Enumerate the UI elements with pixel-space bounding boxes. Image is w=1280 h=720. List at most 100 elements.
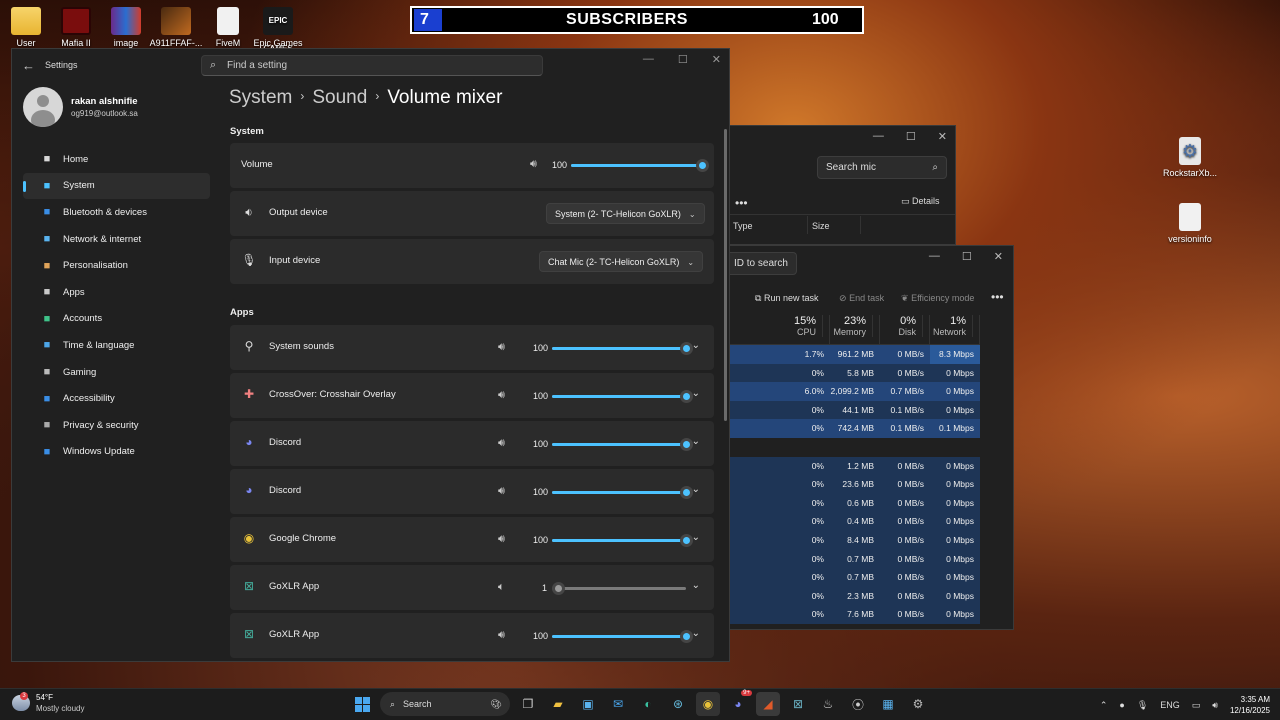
file-explorer-icon[interactable]: ▰ bbox=[546, 692, 570, 716]
app-volume-slider[interactable] bbox=[552, 390, 693, 403]
desktop-icon-versioninfo[interactable]: versioninfo bbox=[1160, 198, 1220, 244]
minimize-icon[interactable]: — bbox=[643, 53, 654, 66]
output-device-dropdown[interactable]: System (2- TC-Helicon GoXLR) ⌄ bbox=[546, 203, 705, 224]
discord-icon[interactable]: ◕ 9+ bbox=[726, 690, 752, 716]
input-device-dropdown[interactable]: Chat Mic (2- TC-Helicon GoXLR) ⌄ bbox=[539, 251, 704, 272]
app-volume-slider[interactable] bbox=[552, 582, 686, 595]
table-row[interactable]: 0% 2.3 MB 0 MB/s 0 Mbps bbox=[730, 586, 980, 606]
table-row[interactable]: 6.0% 2,099.2 MB 0.7 MB/s 0 Mbps bbox=[730, 382, 980, 401]
sidebar-item-accounts[interactable]: ■ Accounts bbox=[23, 306, 210, 333]
speaker-icon[interactable]: 🔊︎ bbox=[498, 533, 505, 546]
scrollbar[interactable] bbox=[724, 129, 727, 421]
clock[interactable]: 3:35 AM 12/16/2025 bbox=[1230, 694, 1270, 716]
chevron-up-icon[interactable]: ⌃ bbox=[1100, 700, 1108, 711]
chrome-icon[interactable]: ◉ bbox=[696, 692, 720, 716]
table-row[interactable]: 0% 8.4 MB 0 MB/s 0 Mbps bbox=[730, 530, 980, 550]
column-disk[interactable]: 0% Disk bbox=[880, 315, 930, 344]
settings-app-icon[interactable]: ⊠ bbox=[786, 692, 810, 716]
table-row[interactable]: 0% 0.6 MB 0 MB/s 0 Mbps bbox=[730, 493, 980, 513]
desktop-icon-rockstar[interactable]: ⚙ RockstarXb... bbox=[1160, 132, 1220, 178]
speaker-icon[interactable]: 🔊︎ bbox=[498, 629, 505, 642]
microphone-icon[interactable]: 🎙︎ bbox=[1137, 700, 1148, 711]
maximize-icon[interactable]: ☐ bbox=[678, 53, 688, 66]
tray-app-icon[interactable]: ● bbox=[1119, 700, 1124, 710]
goxlr-taskbar-icon[interactable]: ◢ bbox=[756, 692, 780, 716]
breadcrumb-system[interactable]: System bbox=[229, 87, 292, 108]
sidebar-item-privacy-security[interactable]: ■ Privacy & security bbox=[23, 412, 210, 439]
app-volume-slider[interactable] bbox=[552, 486, 693, 499]
speaker-icon[interactable]: 🔈︎ bbox=[498, 581, 505, 594]
task-view-icon[interactable]: ❐ bbox=[516, 692, 540, 716]
task-search-input[interactable]: ID to search bbox=[725, 252, 797, 275]
chevron-down-icon[interactable]: ⌄ bbox=[692, 532, 700, 543]
steam-icon[interactable]: ♨ bbox=[816, 692, 840, 716]
table-row[interactable]: 0% 7.6 MB 0 MB/s 0 Mbps bbox=[730, 605, 980, 624]
maximize-icon[interactable]: ☐ bbox=[906, 130, 916, 143]
table-row[interactable]: 0% 742.4 MB 0.1 MB/s 0.1 Mbps bbox=[730, 419, 980, 438]
table-row[interactable]: 0% 0.7 MB 0 MB/s 0 Mbps bbox=[730, 549, 980, 569]
chevron-down-icon[interactable]: ⌄ bbox=[692, 484, 700, 495]
chevron-down-icon[interactable]: ⌄ bbox=[692, 340, 700, 351]
breadcrumb-sound[interactable]: Sound bbox=[312, 87, 367, 108]
slider-thumb[interactable] bbox=[696, 159, 709, 172]
explorer-search-input[interactable]: Search mic ⌕ bbox=[817, 156, 947, 179]
file-explorer-window[interactable]: — ☐ ✕ Search mic ⌕ ••• ▭ Details Type Size bbox=[724, 125, 956, 245]
language-indicator[interactable]: ENG bbox=[1160, 700, 1180, 710]
close-icon[interactable]: ✕ bbox=[712, 53, 721, 66]
photos-icon[interactable]: ▦ bbox=[876, 692, 900, 716]
sidebar-item-personalisation[interactable]: ■ Personalisation bbox=[23, 252, 210, 279]
desktop-icon-a911[interactable]: A911FFAF-... bbox=[146, 2, 206, 48]
sidebar-item-bluetooth-devices[interactable]: ■ Bluetooth & devices bbox=[23, 199, 210, 226]
speaker-icon[interactable]: 🔊︎ bbox=[498, 341, 505, 354]
more-icon[interactable]: ••• bbox=[991, 290, 1004, 304]
sidebar-item-home[interactable]: ■ Home bbox=[23, 146, 210, 173]
volume-slider[interactable] bbox=[571, 159, 709, 172]
table-row[interactable]: 0% 0.7 MB 0 MB/s 0 Mbps bbox=[730, 568, 980, 587]
back-arrow-icon[interactable]: ← bbox=[22, 58, 35, 73]
store-icon[interactable]: ▣ bbox=[576, 692, 600, 716]
sidebar-item-system[interactable]: ■ System bbox=[23, 172, 210, 200]
speaker-icon[interactable]: 🔊︎ bbox=[498, 485, 505, 498]
maximize-icon[interactable]: ☐ bbox=[962, 250, 972, 263]
run-new-task-button[interactable]: ⧉ Run new task bbox=[755, 293, 818, 304]
network-icon[interactable]: ▭ bbox=[1192, 700, 1201, 711]
details-button[interactable]: ▭ Details bbox=[901, 196, 940, 207]
speaker-icon[interactable]: 🔊︎ bbox=[1212, 700, 1218, 711]
table-row[interactable]: 1.7% 961.2 MB 0 MB/s 8.3 Mbps bbox=[730, 345, 980, 364]
chevron-down-icon[interactable]: ⌄ bbox=[692, 580, 700, 591]
taskbar-search[interactable]: ⌕ Search 🎨︎ bbox=[380, 692, 510, 716]
column-size[interactable]: Size bbox=[812, 221, 830, 231]
sidebar-item-accessibility[interactable]: ■ Accessibility bbox=[23, 385, 210, 412]
app-volume-slider[interactable] bbox=[552, 342, 693, 355]
sidebar-item-apps[interactable]: ■ Apps bbox=[23, 279, 210, 306]
obs-icon[interactable]: ⦿ bbox=[846, 692, 870, 716]
edge-icon[interactable]: ◐ bbox=[636, 692, 660, 716]
desktop-icon-epic[interactable]: EPIC GAMESEpic Games bbox=[248, 2, 308, 53]
more-icon[interactable]: ••• bbox=[735, 196, 748, 210]
slider-thumb[interactable] bbox=[552, 582, 565, 595]
table-row[interactable]: 0% 5.8 MB 0 MB/s 0 Mbps bbox=[730, 363, 980, 383]
column-memory[interactable]: 23% Memory bbox=[830, 315, 880, 344]
chevron-down-icon[interactable]: ⌄ bbox=[692, 436, 700, 447]
app-volume-slider[interactable] bbox=[552, 438, 693, 451]
app-volume-slider[interactable] bbox=[552, 630, 693, 643]
table-row[interactable]: 0% 23.6 MB 0 MB/s 0 Mbps bbox=[730, 475, 980, 494]
sidebar-item-network-internet[interactable]: ■ Network & internet bbox=[23, 226, 210, 253]
column-type[interactable]: Type bbox=[733, 221, 753, 231]
outlook-icon[interactable]: ✉ bbox=[606, 692, 630, 716]
close-icon[interactable]: ✕ bbox=[938, 130, 947, 143]
gear-icon[interactable]: ⚙ bbox=[906, 692, 930, 716]
start-button[interactable] bbox=[350, 692, 374, 716]
table-row[interactable]: 0% 1.2 MB 0 MB/s 0 Mbps bbox=[730, 456, 980, 476]
speaker-icon[interactable]: 🔊︎ bbox=[530, 158, 537, 171]
sidebar-item-time-language[interactable]: ■ Time & language bbox=[23, 332, 210, 359]
weather-widget[interactable]: 3 54°F Mostly cloudy bbox=[12, 692, 84, 713]
minimize-icon[interactable]: — bbox=[873, 130, 884, 143]
chevron-down-icon[interactable]: ⌄ bbox=[692, 628, 700, 639]
xbox-icon[interactable]: ⊛ bbox=[666, 692, 690, 716]
sidebar-item-gaming[interactable]: ■ Gaming bbox=[23, 359, 210, 386]
close-icon[interactable]: ✕ bbox=[994, 250, 1003, 263]
chevron-down-icon[interactable]: ⌄ bbox=[692, 388, 700, 399]
table-row[interactable]: 0% 0.4 MB 0 MB/s 0 Mbps bbox=[730, 512, 980, 531]
settings-search-input[interactable]: ⌕ Find a setting bbox=[201, 55, 543, 76]
